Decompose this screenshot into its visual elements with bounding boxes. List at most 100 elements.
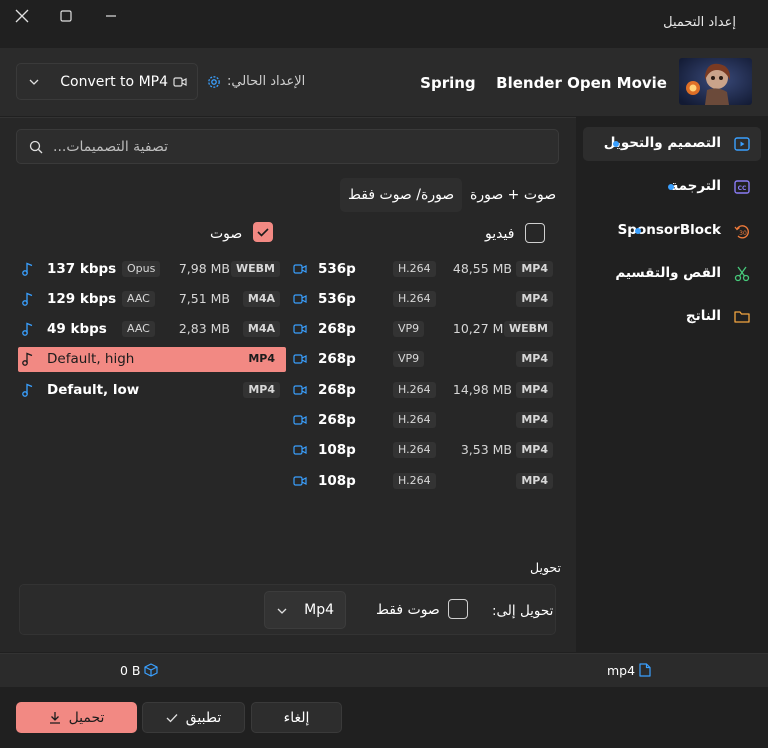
video-codec-badge: H.264 [393,291,436,307]
preset-dropdown[interactable]: Convert to MP4 [16,63,198,100]
closed-captions-icon: CC [734,180,750,194]
video-size: 48,55 MB [452,261,512,276]
audio-size: 7,51 MB [178,291,230,306]
filter-placeholder: تصفية التصميمات... [53,139,169,155]
video-container-badge: WEBM [504,321,553,337]
sidebar-item-label: التصميم والتحويل [603,135,721,151]
video-thumbnail [679,58,752,105]
audio-quality[interactable]: 137 kbps [47,261,116,277]
video-quality[interactable]: 268p [318,351,356,367]
folder-icon [734,311,750,323]
sidebar-item-trim-split[interactable]: القص والتقسيم [583,257,761,291]
sidebar-item-label: SponsorBlock [617,222,721,238]
audio-only-label: صوت فقط [376,602,440,618]
tab-audio-video[interactable]: صوت + صورة [462,178,564,212]
convert-heading: تحويل [530,560,561,575]
audio-container-badge: M4A [242,321,280,337]
video-codec-badge: H.264 [393,442,436,458]
video-size: 3,53 MB [460,442,512,457]
download-icon [49,712,60,724]
video-quality[interactable]: 108p [318,442,356,458]
audio-codec-badge: AAC [122,291,155,307]
format-value: Mp4 [304,602,334,618]
video-codec-badge: VP9 [393,351,425,367]
audio-quality[interactable]: 129 kbps [47,291,116,307]
video-container-badge: MP4 [516,442,553,458]
minimize-button[interactable] [89,4,133,28]
audio-quality[interactable]: Default, high [47,351,134,367]
audio-checkbox[interactable] [253,222,273,242]
video-camera-icon [293,324,307,334]
video-quality[interactable]: 536p [318,261,356,277]
video-codec-badge: VP9 [393,321,425,337]
chevron-down-icon [277,608,287,614]
video-camera-icon [293,476,307,486]
video-codec-badge: H.264 [393,412,436,428]
audio-only-checkbox[interactable] [448,599,468,619]
svg-text:30: 30 [739,230,747,237]
audio-size: 7,98 MB [178,261,230,276]
video-camera-icon [293,415,307,425]
video-container-badge: MP4 [516,261,553,277]
video-player-icon [734,137,750,151]
video-container-badge: MP4 [516,382,553,398]
cancel-button-label: إلغاء [283,709,310,726]
tab-audio-video-only[interactable]: صورة/ صوت فقط [340,178,463,212]
file-icon [639,663,651,677]
sidebar-item-output[interactable]: الناتج [583,300,761,334]
close-button[interactable] [0,4,44,28]
video-main-title: Blender Open Movie [496,74,667,92]
sidebar-item-dot [613,141,619,147]
download-button[interactable]: تحميل [16,702,137,733]
sidebar-item-label: الناتج [685,308,721,324]
video-codec-badge: H.264 [393,382,436,398]
video-container-badge: MP4 [516,412,553,428]
music-note-icon [22,383,33,397]
sidebar-item-subtitles[interactable]: CC الترجمة [583,170,761,204]
close-icon [15,9,29,23]
video-camera-icon [173,77,187,87]
video-title: Spring Blender Open Movie [420,74,667,92]
preset-label: الإعداد الحالي: [207,74,305,89]
video-sub-title: Spring [420,74,476,92]
status-format: mp4 [607,663,636,678]
video-section-label: فيديو [485,226,515,242]
chevron-down-icon [29,79,39,85]
apply-button[interactable]: تطبيق [142,702,245,733]
skip-30-icon: 30 [734,225,749,239]
sidebar-item-sponsorblock[interactable]: 30 SponsorBlock [583,214,761,248]
video-quality[interactable]: 268p [318,321,356,337]
music-note-icon [22,352,33,366]
audio-codec-badge: AAC [122,321,155,337]
scissors-icon [734,266,750,282]
sidebar-item-dot [635,228,641,234]
video-quality[interactable]: 268p [318,382,356,398]
format-select[interactable]: Mp4 [264,591,346,629]
video-container-badge: MP4 [516,473,553,489]
video-quality[interactable]: 268p [318,412,356,428]
audio-quality[interactable]: 49 kbps [47,321,107,337]
sidebar-item-format-convert[interactable]: التصميم والتحويل [583,127,761,161]
sidebar-item-label: الترجمة [670,178,721,194]
music-note-icon [22,262,33,276]
apply-button-label: تطبيق [185,709,222,726]
video-camera-icon [293,294,307,304]
window-title: إعداد التحميل [663,15,736,30]
preset-label-text: الإعداد الحالي: [227,74,306,89]
video-quality[interactable]: 108p [318,473,356,489]
video-container-badge: MP4 [516,351,553,367]
video-camera-icon [293,264,307,274]
filter-input[interactable]: تصفية التصميمات... [16,129,559,164]
video-quality[interactable]: 536p [318,291,356,307]
minimize-icon [106,15,116,17]
package-icon [144,663,158,677]
video-checkbox[interactable] [525,223,545,243]
maximize-button[interactable] [44,4,88,28]
video-camera-icon [293,354,307,364]
checkmark-icon [257,228,269,237]
music-note-icon [22,292,33,306]
audio-container-badge: WEBM [231,261,280,277]
gear-icon[interactable] [207,75,221,89]
cancel-button[interactable]: إلغاء [251,702,342,733]
audio-quality[interactable]: Default, low [47,382,139,398]
